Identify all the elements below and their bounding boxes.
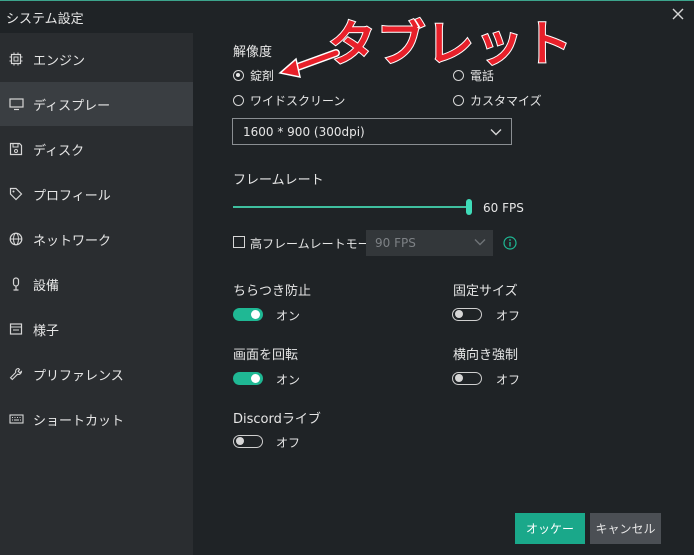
sidebar-item-label: ディスク: [33, 143, 85, 159]
force-landscape-toggle[interactable]: [452, 372, 482, 385]
anti-flicker-label: ちらつき防止: [233, 284, 312, 299]
framerate-value: 60 FPS: [483, 201, 524, 215]
sidebar-item-label: ショートカット: [33, 413, 125, 429]
toggle-knob: [251, 374, 260, 383]
force-landscape-label: 横向き強制: [453, 348, 519, 363]
resolution-select-value: 1600 * 900 (300dpi): [243, 124, 365, 139]
sidebar-item-shortcuts[interactable]: ショートカット: [0, 397, 193, 441]
radio-indicator: [233, 95, 244, 106]
close-icon[interactable]: [670, 6, 686, 22]
high-framerate-select-value: 90 FPS: [375, 236, 416, 250]
sidebar-item-label: ディスプレー: [33, 98, 111, 114]
window-icon: [8, 321, 24, 337]
high-framerate-checkbox[interactable]: [233, 236, 245, 248]
radio-tablet[interactable]: 錠剤: [233, 67, 274, 84]
fixed-size-state: オフ: [496, 309, 521, 323]
rotate-state: オン: [276, 373, 301, 387]
keyboard-icon: [8, 411, 24, 427]
sidebar-item-network[interactable]: ネットワーク: [0, 217, 193, 261]
chip-icon: [8, 51, 24, 67]
high-framerate-label: 高フレームレートモード: [250, 237, 382, 251]
framerate-label: フレームレート: [233, 173, 324, 188]
sidebar-item-profile[interactable]: プロフィール: [0, 172, 193, 216]
resolution-select[interactable]: 1600 * 900 (300dpi): [232, 118, 512, 145]
toggle-knob: [455, 310, 463, 318]
tag-icon: [8, 186, 24, 202]
chevron-down-icon: [474, 239, 486, 246]
sidebar-item-engine[interactable]: エンジン: [0, 37, 193, 81]
sidebar-item-label: 設備: [33, 278, 60, 294]
rotate-toggle[interactable]: [233, 372, 263, 385]
framerate-slider-thumb[interactable]: [466, 199, 472, 215]
sidebar-item-label: ネットワーク: [33, 233, 112, 249]
rotate-label: 画面を回転: [233, 348, 299, 363]
framerate-slider-track[interactable]: [233, 206, 469, 208]
monitor-icon: [8, 96, 24, 112]
sidebar-item-label: エンジン: [33, 53, 86, 69]
chevron-down-icon: [490, 129, 502, 136]
microphone-icon: [8, 276, 24, 292]
info-icon[interactable]: [503, 236, 517, 250]
toggle-knob: [236, 437, 244, 445]
sidebar-item-label: 様子: [33, 323, 60, 339]
sidebar-item-disk[interactable]: ディスク: [0, 127, 193, 171]
cancel-button[interactable]: キャンセル: [590, 513, 661, 544]
resolution-label: 解像度: [233, 45, 273, 60]
radio-custom[interactable]: カスタマイズ: [453, 92, 542, 109]
anti-flicker-state: オン: [276, 309, 301, 323]
radio-indicator: [453, 95, 464, 106]
globe-icon: [8, 231, 24, 247]
toggle-knob: [455, 374, 463, 382]
window-top-border: [0, 0, 694, 1]
annotation-arrow-icon: [278, 49, 340, 78]
radio-selected-indicator: [233, 70, 244, 81]
radio-tablet-label: 錠剤: [250, 69, 275, 83]
discord-label: Discordライブ: [233, 412, 321, 427]
fixed-size-label: 固定サイズ: [453, 284, 518, 299]
sidebar-item-label: プロフィール: [33, 188, 111, 204]
window-title: システム設定: [6, 12, 84, 27]
sidebar-item-devices[interactable]: 設備: [0, 262, 193, 306]
toggle-knob: [251, 310, 260, 319]
fixed-size-toggle[interactable]: [452, 308, 482, 321]
radio-widescreen[interactable]: ワイドスクリーン: [233, 92, 345, 109]
radio-custom-label: カスタマイズ: [470, 94, 542, 108]
save-icon: [8, 141, 24, 157]
sidebar: エンジン ディスプレー ディスク プロフィール ネットワーク 設備 様子 プリフ…: [0, 33, 193, 555]
anti-flicker-toggle[interactable]: [233, 308, 263, 321]
high-framerate-select[interactable]: 90 FPS: [366, 230, 493, 256]
sidebar-item-display[interactable]: ディスプレー: [0, 82, 193, 126]
wrench-icon: [8, 366, 24, 382]
sidebar-item-label: プリファレンス: [33, 368, 124, 384]
force-landscape-state: オフ: [496, 373, 521, 387]
discord-state: オフ: [276, 436, 301, 450]
discord-toggle[interactable]: [233, 435, 263, 448]
ok-button[interactable]: オッケー: [515, 513, 585, 544]
radio-widescreen-label: ワイドスクリーン: [250, 94, 346, 108]
sidebar-item-preferences[interactable]: プリファレンス: [0, 352, 193, 396]
annotation-text: タブレット: [327, 15, 574, 73]
sidebar-item-appearance[interactable]: 様子: [0, 307, 193, 351]
